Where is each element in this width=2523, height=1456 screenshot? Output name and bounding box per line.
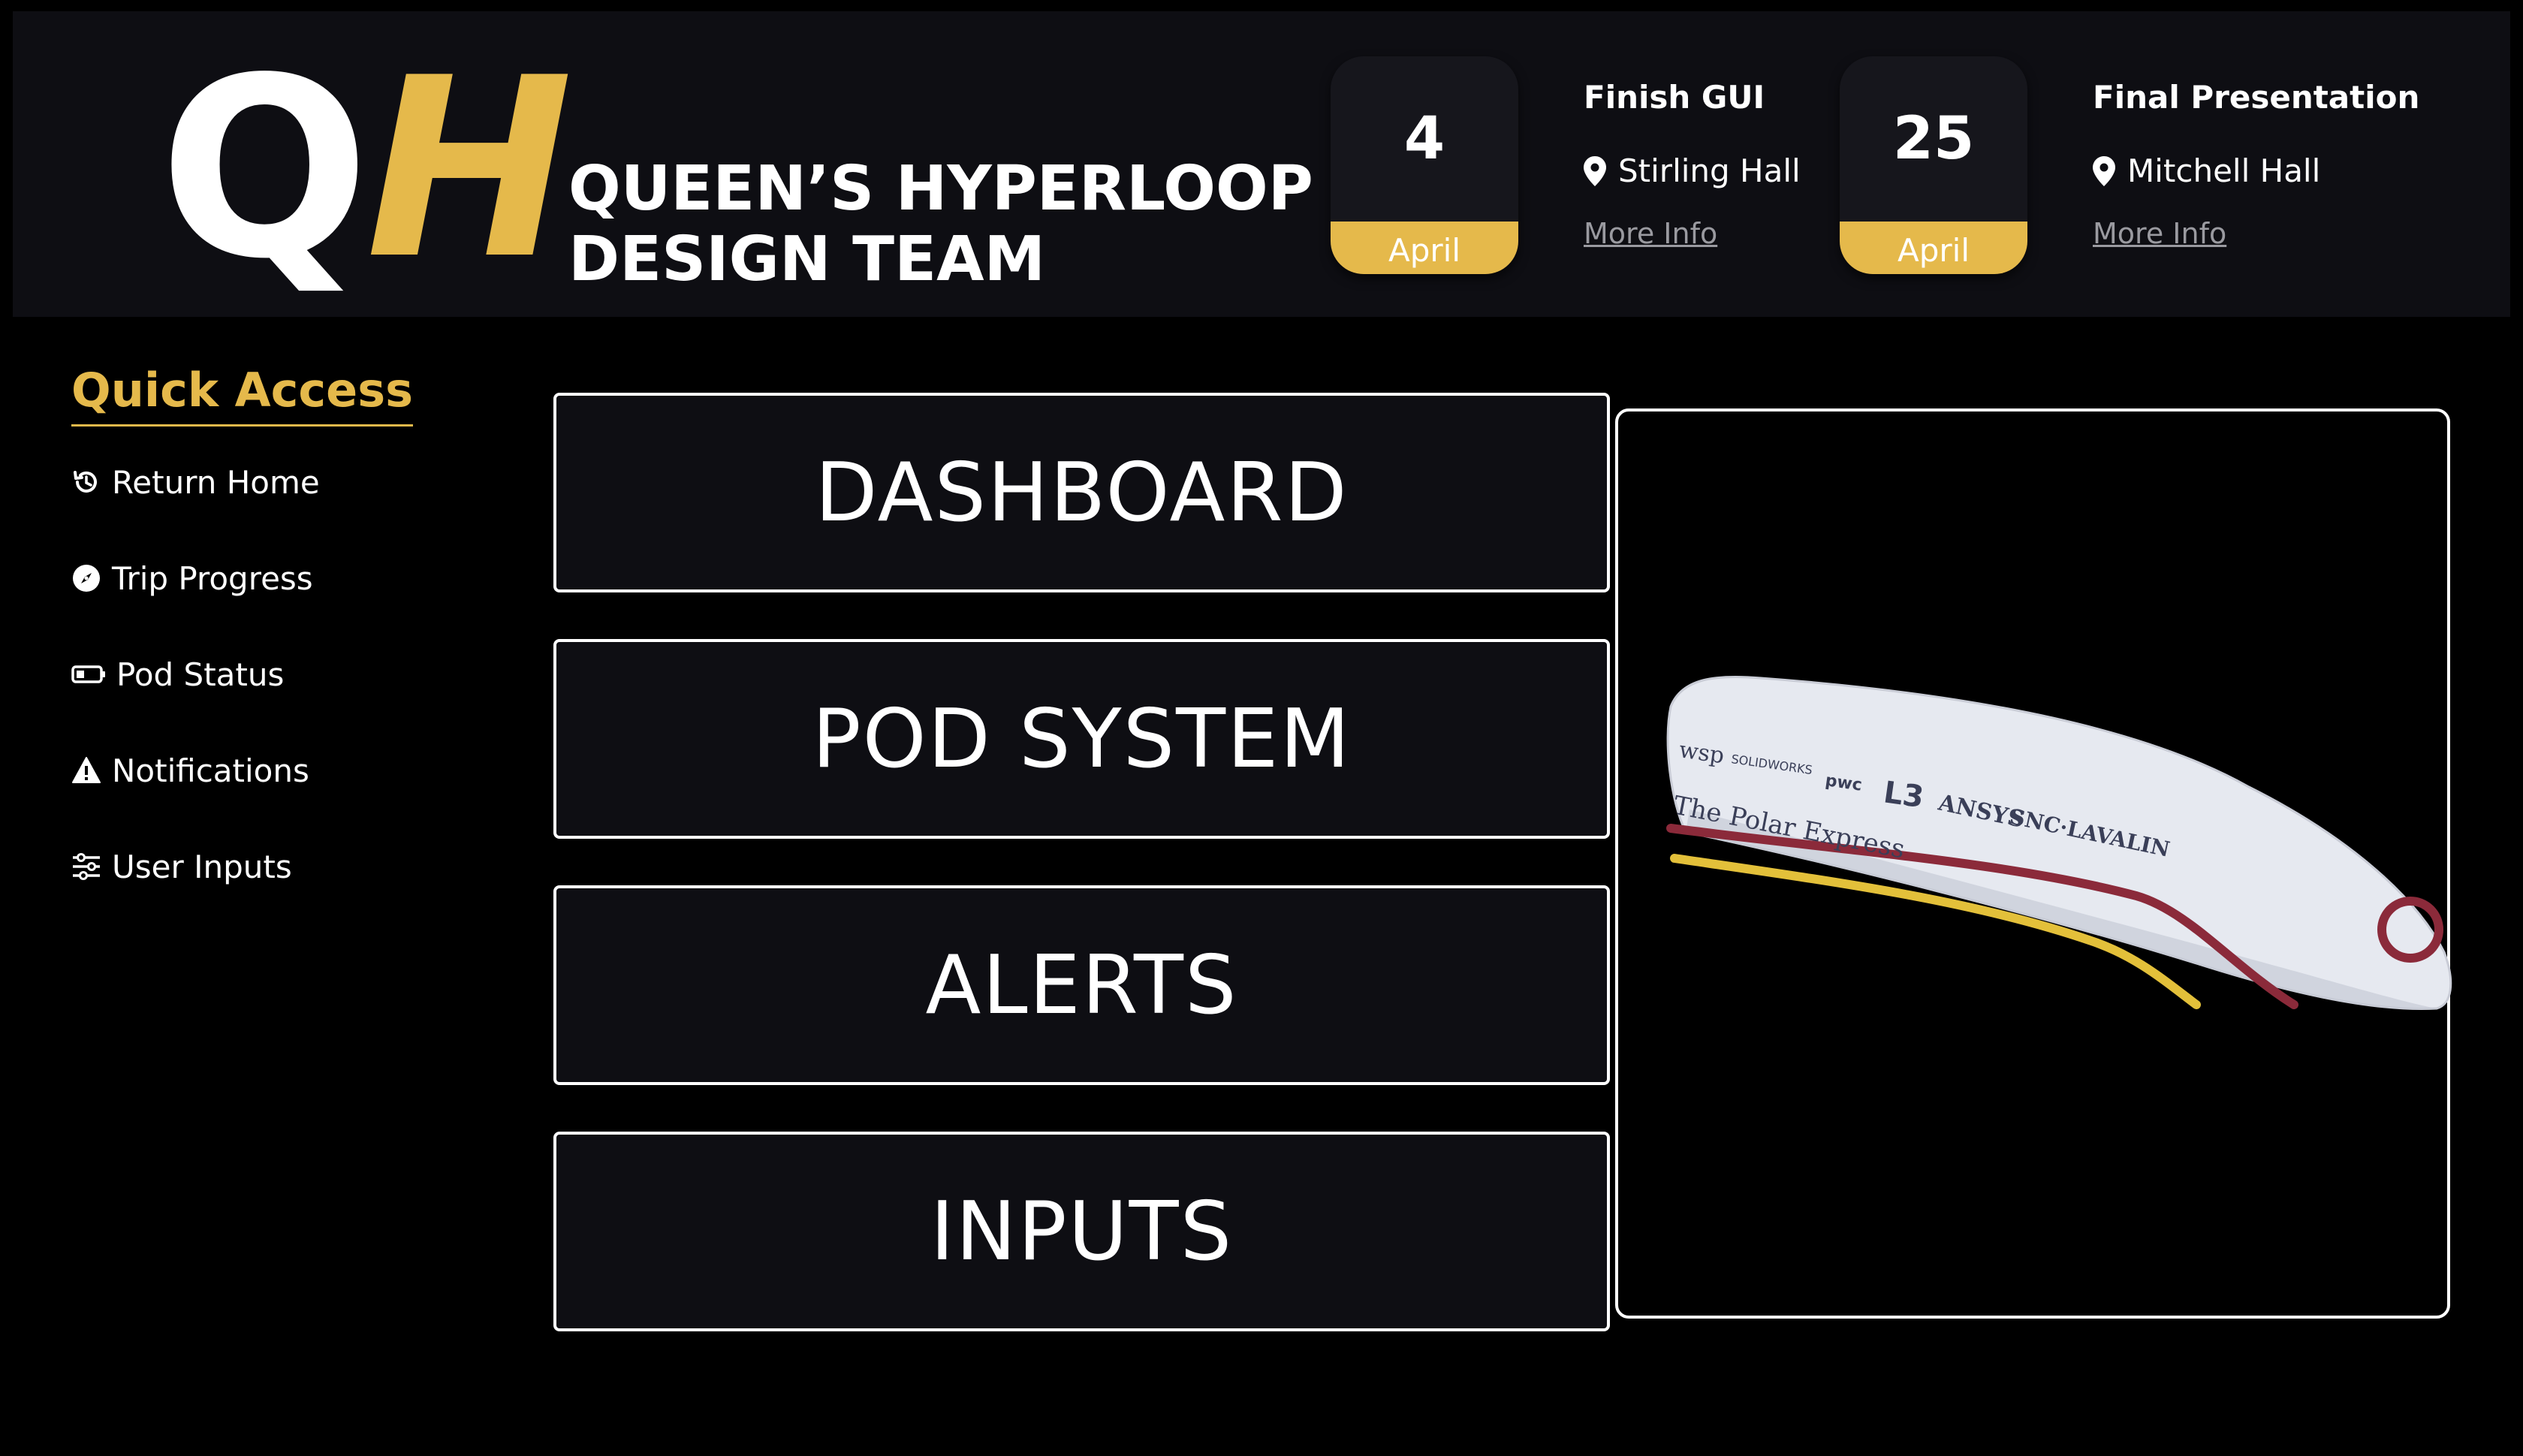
map-pin-icon <box>2093 156 2115 186</box>
hyperloop-pod-image: wsp SOLIDWORKS pwc L3 ANSYS SNC·LAVALIN … <box>1666 675 2452 1011</box>
sidebar-item-label: Return Home <box>112 463 320 501</box>
logo-line-1: QUEEN’S HYPERLOOP <box>568 153 1313 225</box>
event-title: Finish GUI <box>1584 79 1765 116</box>
warning-icon <box>71 755 101 785</box>
sponsor-logo: L3 <box>1882 775 1926 815</box>
event-month: April <box>1840 222 2027 274</box>
event-date-badge: 4 April <box>1331 56 1518 274</box>
quick-access-sidebar: Quick Access Return Home Trip Progress P… <box>71 357 492 915</box>
sidebar-title: Quick Access <box>71 357 414 427</box>
event-location-label: Mitchell Hall <box>2127 152 2321 189</box>
inputs-button[interactable]: INPUTS <box>553 1132 1610 1331</box>
more-info-link[interactable]: More Info <box>1584 216 1801 251</box>
sidebar-item-trip-progress[interactable]: Trip Progress <box>71 530 492 626</box>
logo-wordmark: QUEEN’S HYPERLOOP DESIGN TEAM <box>568 154 1313 295</box>
event-title: Final Presentation <box>2093 79 2420 116</box>
map-pin-icon <box>1584 156 1606 186</box>
battery-icon <box>71 659 106 689</box>
sidebar-item-label: Trip Progress <box>112 559 313 597</box>
sidebar-item-label: Pod Status <box>116 656 285 693</box>
event-location: Stirling Hall <box>1584 152 1801 190</box>
event-info: Final Presentation Mitchell Hall More In… <box>2093 79 2419 251</box>
event-day: 4 <box>1403 105 1445 173</box>
sidebar-item-label: Notifications <box>112 752 309 789</box>
sidebar-item-return-home[interactable]: Return Home <box>71 434 492 530</box>
sidebar-item-pod-status[interactable]: Pod Status <box>71 626 492 722</box>
sliders-icon <box>71 852 101 882</box>
event-month: April <box>1331 222 1518 274</box>
team-logo[interactable]: Q H QUEEN’S HYPERLOOP DESIGN TEAM <box>13 11 1313 317</box>
history-icon <box>71 467 101 497</box>
alerts-button[interactable]: ALERTS <box>553 885 1610 1085</box>
event-info: Finish GUI Stirling Hall More Info <box>1584 79 1801 251</box>
sidebar-item-user-inputs[interactable]: User Inputs <box>71 818 492 915</box>
header-bar: Q H QUEEN’S HYPERLOOP DESIGN TEAM 4 Apri… <box>13 11 2510 317</box>
event-date-badge: 25 April <box>1840 56 2027 274</box>
sidebar-list: Return Home Trip Progress Pod Status Not… <box>71 434 492 915</box>
compass-icon <box>71 563 101 593</box>
event-day: 25 <box>1892 105 1975 173</box>
event-location: Mitchell Hall <box>2093 152 2419 190</box>
logo-line-2: DESIGN TEAM <box>568 224 1046 295</box>
logo-mark-q: Q <box>159 25 370 313</box>
logo-mark-h: H <box>366 25 574 313</box>
event-location-label: Stirling Hall <box>1618 152 1801 189</box>
pod-system-button[interactable]: POD SYSTEM <box>553 639 1610 839</box>
sidebar-item-notifications[interactable]: Notifications <box>71 722 492 818</box>
pod-image-panel: wsp SOLIDWORKS pwc L3 ANSYS SNC·LAVALIN … <box>1615 408 2452 1319</box>
dashboard-button[interactable]: DASHBOARD <box>553 393 1610 592</box>
sidebar-item-label: User Inputs <box>112 848 292 885</box>
more-info-link[interactable]: More Info <box>2093 216 2419 251</box>
